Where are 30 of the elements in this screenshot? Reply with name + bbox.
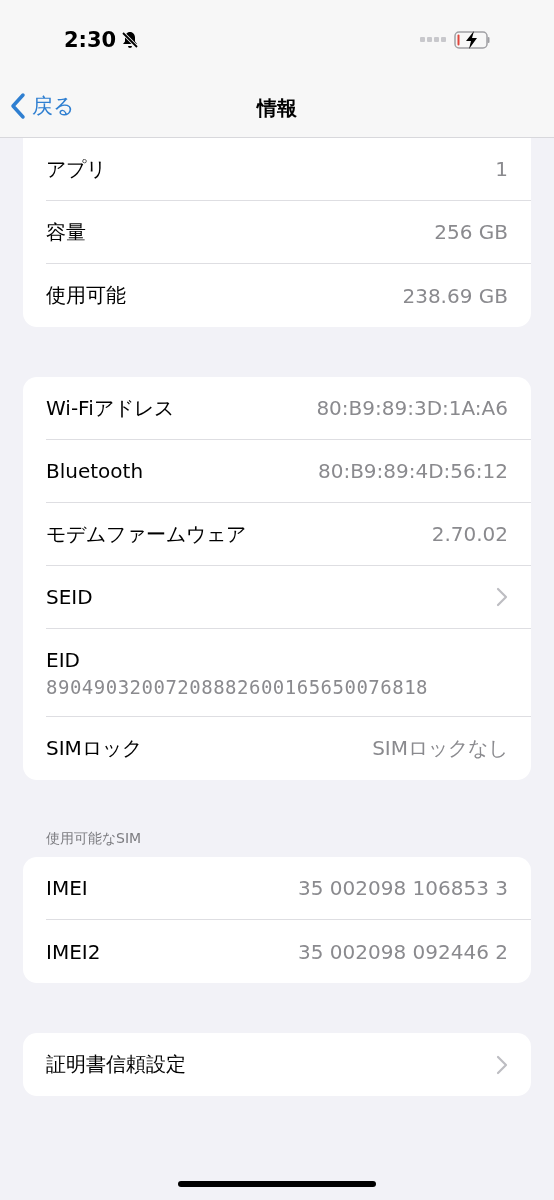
- status-time: 2:30: [64, 28, 117, 52]
- row-label: EID: [46, 647, 81, 672]
- row-label: モデムファームウェア: [46, 520, 246, 548]
- row-value: 35 002098 092446 2: [298, 939, 508, 964]
- page-title: 情報: [257, 95, 297, 122]
- row-label[interactable]: SEID: [46, 585, 93, 609]
- row-label: Wi-Fiアドレス: [46, 394, 174, 422]
- row-value: 238.69 GB: [402, 283, 508, 308]
- row-label: アプリ: [46, 155, 106, 183]
- row-label: 容量: [46, 218, 86, 246]
- row-label: IMEI: [46, 876, 88, 900]
- chevron-right-icon[interactable]: [496, 587, 508, 607]
- row-value: 35 002098 106853 3: [298, 876, 508, 900]
- row-label: SIMロック: [46, 735, 142, 762]
- back-button[interactable]: 戻る: [10, 92, 75, 120]
- row-label: 使用可能: [46, 282, 126, 309]
- row-value: SIMロックなし: [372, 735, 508, 762]
- row-label: Bluetooth: [46, 459, 144, 483]
- row-label[interactable]: 証明書信頼設定: [46, 1051, 186, 1078]
- row-value: 1: [495, 157, 508, 181]
- chevron-right-icon[interactable]: [496, 1054, 508, 1075]
- row-label: IMEI2: [46, 939, 101, 964]
- section-header: 使用可能なSIM: [45, 830, 143, 848]
- row-value: 256 GB: [434, 220, 508, 244]
- signal-dots-icon: [420, 37, 446, 43]
- row-value: 80:B9:89:4D:56:12: [317, 459, 508, 483]
- chevron-left-icon: [10, 92, 26, 120]
- row-value: 89049032007208882600165650076818: [46, 675, 429, 698]
- row-value: 2.70.02: [431, 522, 508, 546]
- row-value: 80:B9:89:3D:1A:A6: [316, 396, 508, 420]
